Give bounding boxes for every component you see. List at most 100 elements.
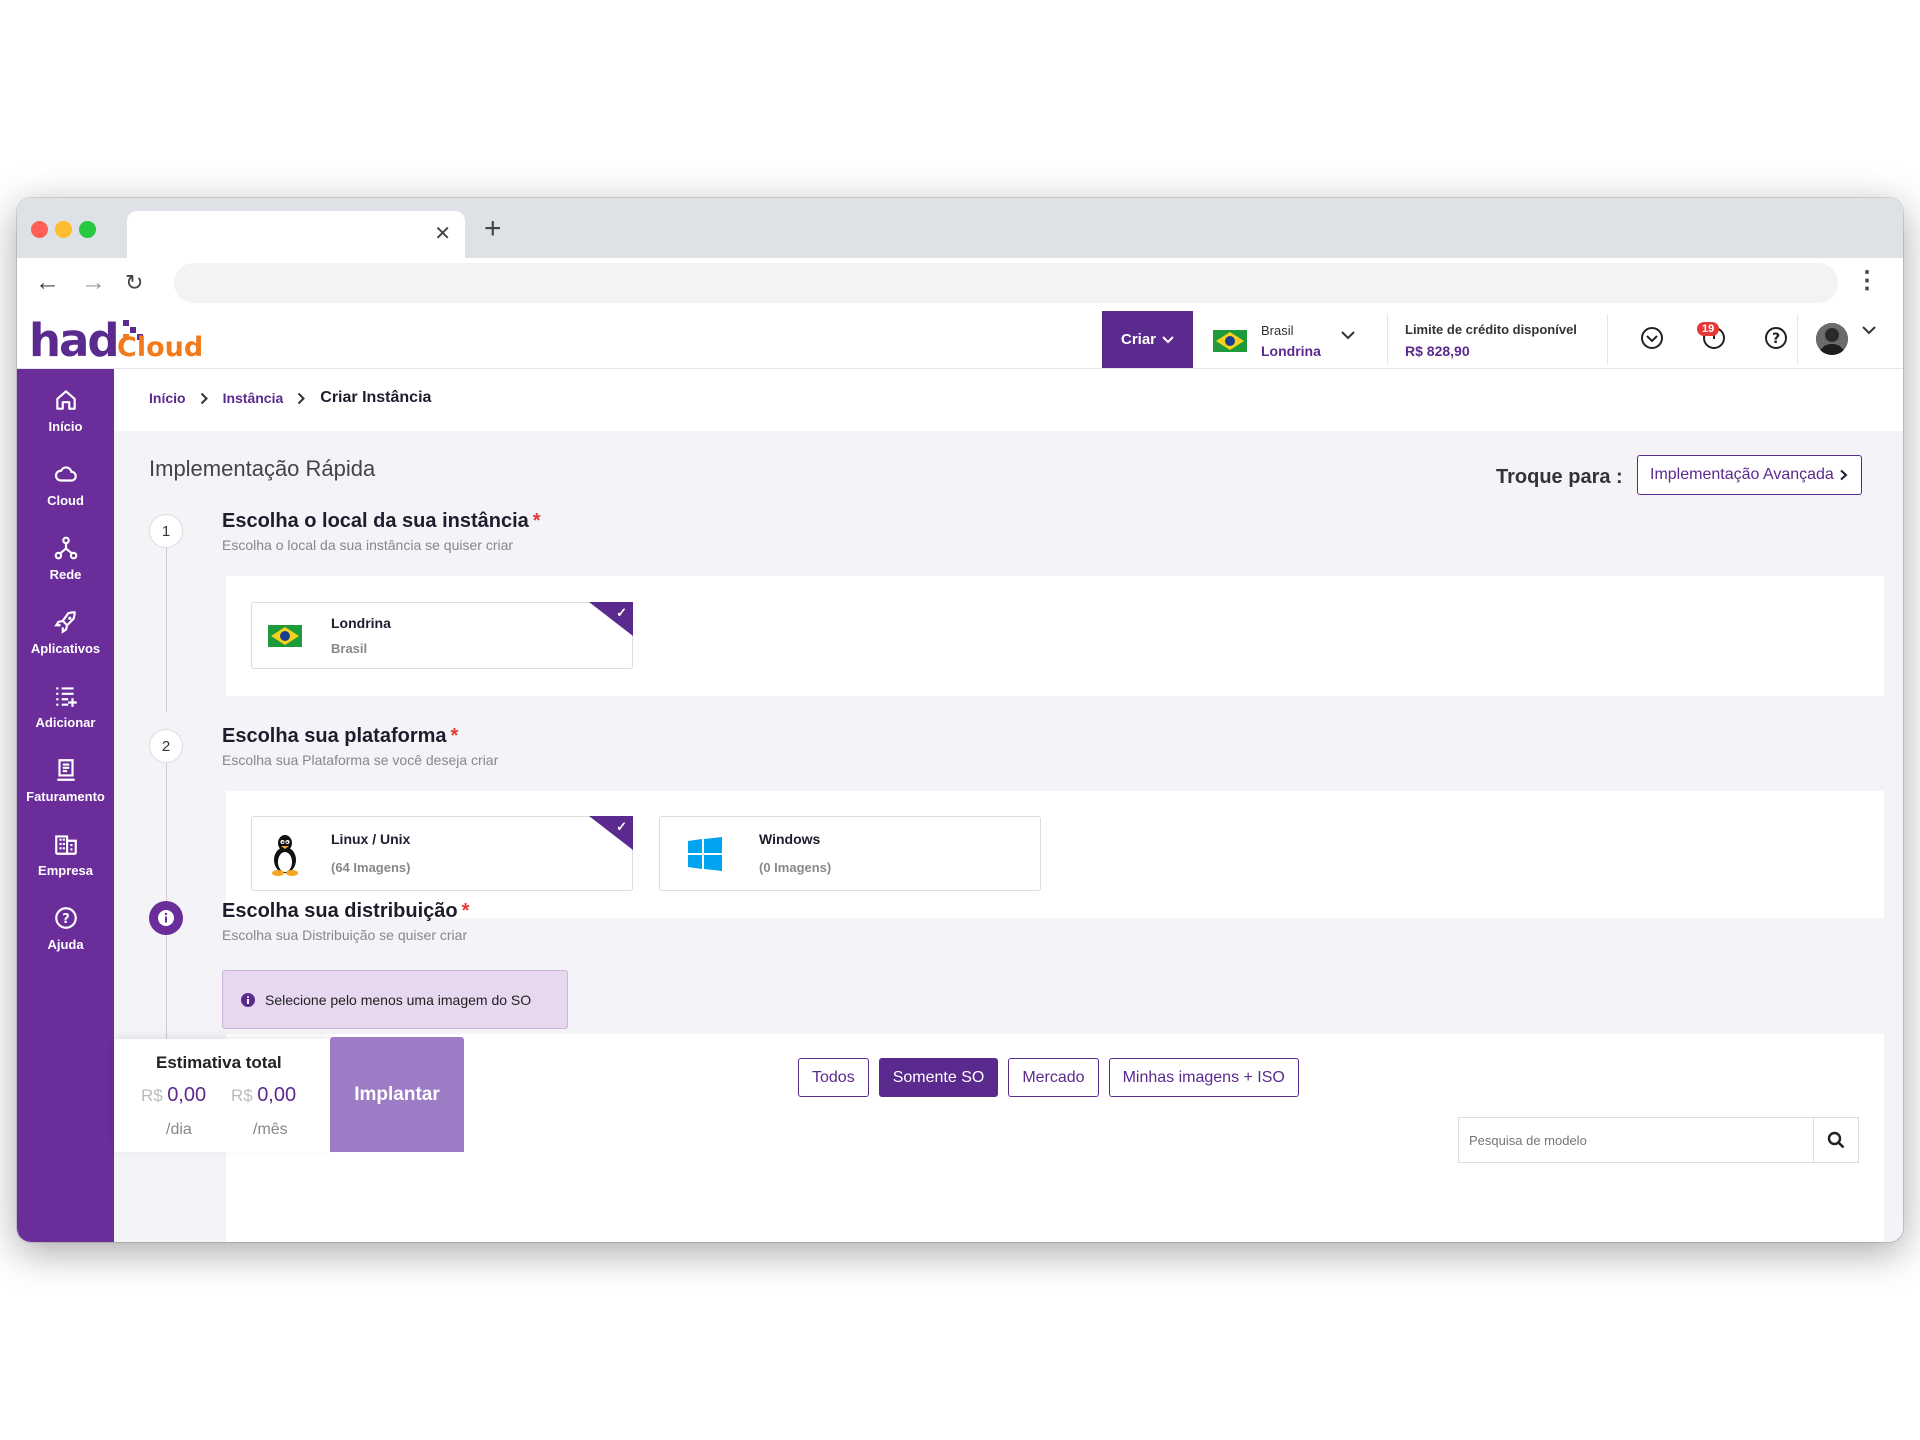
check-icon: ✓ — [616, 605, 627, 620]
platform-panel: Linux / Unix (64 Imagens) ✓ Windows (0 I… — [226, 791, 1884, 918]
sidebar-item-label: Adicionar — [35, 715, 96, 730]
deploy-button[interactable]: Implantar — [330, 1037, 464, 1152]
minimize-window-button[interactable] — [55, 221, 72, 238]
estimate-title: Estimativa total — [156, 1053, 282, 1072]
chevron-down-icon — [1162, 335, 1174, 343]
step-title-text: Escolha sua distribuição — [222, 900, 458, 922]
breadcrumb-link-instancia[interactable]: Instância — [223, 390, 284, 406]
filter-todos-button[interactable]: Todos — [798, 1058, 869, 1097]
browser-menu-icon[interactable]: ⋮ — [1855, 266, 1879, 295]
browser-tab[interactable]: ✕ — [127, 211, 465, 258]
location-subtitle: Brasil — [331, 641, 368, 656]
chevron-right-icon — [200, 392, 208, 404]
sidebar-item-aplicativos[interactable]: Aplicativos — [17, 601, 114, 671]
template-search-input[interactable] — [1459, 1118, 1814, 1162]
template-search — [1458, 1117, 1859, 1163]
breadcrumb: Início Instância Criar Instância — [149, 389, 431, 407]
browser-toolbar: ← → ↻ ⋮ — [17, 258, 1903, 308]
breadcrumb-bar: Início Instância Criar Instância — [114, 369, 1903, 431]
sidebar-item-label: Faturamento — [26, 789, 105, 804]
advanced-implementation-button[interactable]: Implementação Avançada — [1637, 455, 1862, 495]
switch-label: Troque para : — [1496, 466, 1623, 488]
step-connector — [166, 763, 167, 921]
tab-bar: ✕ + — [17, 198, 1903, 258]
add-list-icon — [55, 687, 77, 707]
required-marker: * — [461, 900, 470, 922]
sidebar-item-ajuda[interactable]: ? Ajuda — [17, 897, 114, 967]
linux-tux-icon — [272, 835, 298, 876]
credit-label: Limite de crédito disponível — [1405, 322, 1577, 337]
currency-symbol: R$ — [141, 1086, 163, 1105]
sidebar-item-label: Rede — [49, 567, 82, 582]
cloud-icon — [54, 466, 77, 482]
search-button[interactable] — [1813, 1118, 1858, 1162]
estimate-daily-value: 0,00 — [167, 1084, 207, 1106]
sidebar-item-label: Aplicativos — [30, 641, 101, 656]
info-icon — [158, 910, 174, 926]
check-icon: ✓ — [616, 819, 627, 834]
network-icon — [54, 536, 77, 560]
building-icon — [54, 835, 77, 855]
sidebar-item-faturamento[interactable]: Faturamento — [17, 749, 114, 819]
windows-logo-icon — [688, 837, 722, 871]
logo-dot — [123, 320, 129, 326]
platform-subtitle: (64 Imagens) — [331, 860, 411, 875]
alert-message: Selecione pelo menos uma imagem do SO — [222, 970, 568, 1029]
sidebar-item-label: Cloud — [47, 493, 84, 508]
brazil-flag-icon — [268, 625, 302, 647]
help-icon[interactable]: ? — [1764, 326, 1788, 350]
step-connector — [166, 548, 167, 712]
step-title-text: Escolha sua plataforma — [222, 725, 447, 747]
logo-primary: had — [29, 314, 120, 367]
region-selector[interactable]: Brasil Londrina — [1213, 320, 1363, 360]
logo-secondary: Cloud — [117, 332, 204, 363]
close-window-button[interactable] — [31, 221, 48, 238]
filter-mercado-button[interactable]: Mercado — [1008, 1058, 1099, 1097]
platform-option-linux[interactable]: Linux / Unix (64 Imagens) ✓ — [251, 816, 633, 891]
step-number: 2 — [149, 729, 183, 763]
create-button[interactable]: Criar — [1102, 311, 1193, 368]
step-subtitle: Escolha sua Distribuição se quiser criar — [222, 927, 468, 943]
chevron-right-icon — [298, 392, 306, 404]
info-step-icon — [149, 901, 183, 935]
required-marker: * — [450, 725, 459, 747]
estimate-daily-unit: /dia — [166, 1121, 192, 1138]
estimate-daily: R$ 0,00 — [141, 1084, 206, 1107]
back-icon[interactable]: ← — [35, 268, 60, 297]
address-bar[interactable] — [174, 263, 1838, 303]
platform-subtitle: (0 Imagens) — [759, 860, 832, 875]
sidebar-item-cloud[interactable]: Cloud — [17, 453, 114, 523]
reload-icon[interactable]: ↻ — [125, 270, 143, 296]
svg-text:?: ? — [1772, 331, 1780, 347]
estimate-monthly-unit: /mês — [253, 1121, 288, 1138]
filter-somente-so-button[interactable]: Somente SO — [878, 1058, 999, 1097]
avatar[interactable] — [1816, 323, 1848, 355]
sidebar-item-adicionar[interactable]: Adicionar — [17, 675, 114, 745]
close-tab-icon[interactable]: ✕ — [434, 221, 451, 246]
sidebar-item-empresa[interactable]: Empresa — [17, 823, 114, 893]
step-number: 1 — [149, 514, 183, 548]
maximize-window-button[interactable] — [79, 221, 96, 238]
help-icon: ? — [54, 907, 77, 929]
platform-title: Windows — [759, 831, 821, 847]
location-panel: Londrina Brasil ✓ — [226, 576, 1884, 696]
platform-option-windows[interactable]: Windows (0 Imagens) — [659, 816, 1041, 891]
breadcrumb-link-inicio[interactable]: Início — [149, 390, 186, 406]
sidebar-item-label: Empresa — [38, 863, 93, 878]
forward-icon[interactable]: → — [81, 268, 106, 297]
sidebar-item-rede[interactable]: Rede — [17, 527, 114, 597]
sidebar-item-inicio[interactable]: Início — [17, 379, 114, 449]
svg-text:?: ? — [62, 912, 70, 927]
region-city: Londrina — [1261, 343, 1321, 359]
required-marker: * — [532, 510, 541, 532]
step-subtitle: Escolha sua Plataforma se você deseja cr… — [222, 752, 499, 768]
header-divider — [1387, 314, 1388, 364]
chevron-down-icon[interactable] — [1862, 326, 1876, 335]
location-option-londrina[interactable]: Londrina Brasil ✓ — [251, 602, 633, 669]
user-avatar-icon — [1816, 323, 1848, 355]
circle-chevron-down-icon[interactable] — [1640, 326, 1664, 350]
chevron-down-icon — [1341, 331, 1355, 340]
sidebar-item-label: Ajuda — [47, 937, 84, 952]
filter-minhas-imagens-button[interactable]: Minhas imagens + ISO — [1108, 1058, 1299, 1097]
new-tab-icon[interactable]: + — [484, 212, 502, 246]
